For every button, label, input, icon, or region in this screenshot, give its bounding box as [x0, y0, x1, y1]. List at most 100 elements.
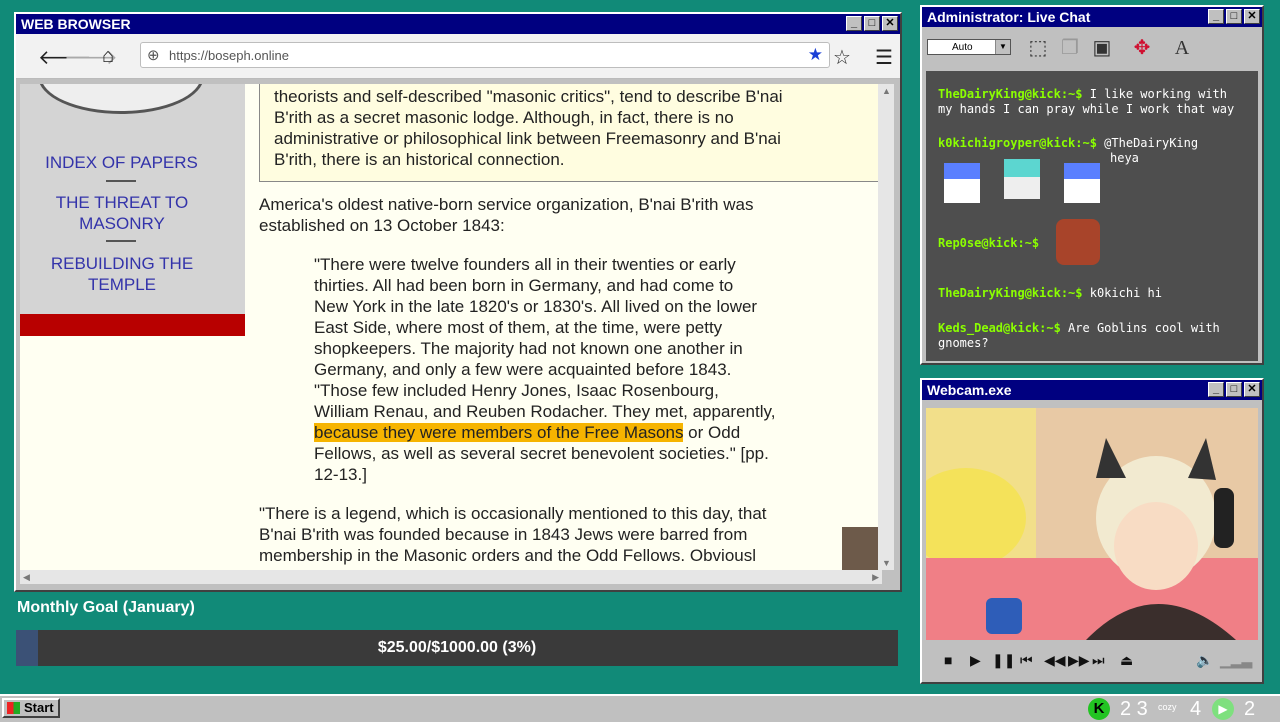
- kick-icon[interactable]: K: [1088, 698, 1110, 720]
- scroll-left-icon[interactable]: ◀: [23, 572, 30, 583]
- skip-forward-icon[interactable]: ⏭: [1092, 652, 1105, 669]
- browser-window: WEB BROWSER _ □ ✕ 🡐 🡒 ⌂ ⊕ https://boseph…: [14, 12, 902, 592]
- address-bar[interactable]: ⊕ https://boseph.online ★: [140, 42, 830, 68]
- minimize-button[interactable]: _: [1208, 9, 1224, 24]
- text-line: thirties. All had been born in Germany, …: [314, 276, 734, 295]
- text-line: Germany, and only a few were acquainted …: [314, 360, 732, 379]
- text-line: B'rith as a secret masonic lodge. Althou…: [274, 108, 734, 127]
- maximize-button[interactable]: □: [864, 16, 880, 31]
- forward-icon[interactable]: 🡒: [64, 45, 118, 70]
- highlighted-text[interactable]: because they were members of the Free Ma…: [314, 423, 684, 442]
- globe-icon: ⊕: [147, 47, 160, 64]
- emote-sprite: [1004, 159, 1040, 199]
- chat-message: Keds_Dead@kick:~$ Are Goblins cool with g…: [938, 321, 1248, 351]
- start-label: Start: [24, 700, 54, 715]
- scroll-right-icon[interactable]: ▶: [872, 572, 879, 583]
- divider: [106, 180, 136, 182]
- bookmarked-star-icon[interactable]: ★: [808, 45, 823, 65]
- play-circle-icon[interactable]: ▶: [1212, 698, 1234, 720]
- thumbnail-image: [842, 527, 882, 570]
- text-line: shopkeepers. The majority had not known …: [314, 339, 743, 358]
- tray-label: cozy: [1158, 702, 1177, 712]
- menu-icon[interactable]: ☰: [872, 45, 896, 70]
- chat-username: Keds_Dead@kick:~$: [938, 321, 1061, 335]
- eject-icon[interactable]: ⏏: [1120, 652, 1133, 669]
- goal-progress-text: $25.00/$1000.00 (3%): [377, 639, 537, 656]
- chat-message: k0kichigroyper@kick:~$ @TheDairyKing heya: [938, 136, 1248, 166]
- emote-sprite: [944, 163, 980, 203]
- chat-log: TheDairyKing@kick:~$ I like working with…: [926, 71, 1258, 361]
- goal-title: Monthly Goal (January): [17, 599, 195, 616]
- chat-text: k0kichi hi: [1082, 286, 1162, 300]
- note-box: theorists and self-described "masonic cr…: [259, 84, 879, 182]
- link-rebuilding-the-temple[interactable]: REBUILDING THE TEMPLE: [32, 253, 212, 295]
- chat-title: Administrator: Live Chat: [927, 9, 1091, 25]
- text-line: William Renau, and Reuben Rodacher. They…: [314, 402, 776, 421]
- selection-icon[interactable]: ⬚: [1024, 35, 1052, 61]
- close-button[interactable]: ✕: [1244, 9, 1260, 24]
- chat-titlebar[interactable]: Administrator: Live Chat _ □ ✕: [922, 7, 1262, 27]
- bookmark-star-icon[interactable]: ☆: [830, 45, 854, 70]
- chat-text: I like working with: [1082, 87, 1227, 101]
- browser-toolbar: 🡐 🡒 ⌂ ⊕ https://boseph.online ★ ☆ ☰: [16, 34, 900, 79]
- webcam-video: [926, 408, 1258, 640]
- text-line: America's oldest native-born service org…: [259, 195, 754, 214]
- maximize-button[interactable]: □: [1226, 9, 1242, 24]
- link-index-of-papers[interactable]: INDEX OF PAPERS: [20, 152, 223, 173]
- goal-progress-bar: $25.00/$1000.00 (3%): [16, 630, 898, 666]
- text-span: or Odd: [683, 423, 741, 442]
- browser-titlebar[interactable]: WEB BROWSER _ □ ✕: [16, 14, 900, 34]
- webcam-title: Webcam.exe: [927, 382, 1012, 398]
- browser-title: WEB BROWSER: [21, 16, 131, 32]
- chat-message: TheDairyKing@kick:~$ I like working with…: [938, 87, 1248, 117]
- horizontal-scrollbar[interactable]: ◀ ▶: [20, 570, 882, 584]
- scroll-up-icon[interactable]: ▲: [882, 86, 891, 96]
- chat-text: @TheDairyKing: [1096, 136, 1199, 150]
- paragraph: America's oldest native-born service org…: [259, 194, 869, 236]
- chat-username: TheDairyKing@kick:~$: [938, 286, 1083, 300]
- text-line: established on 13 October 1843:: [259, 216, 505, 235]
- windows-logo-icon: [7, 702, 20, 714]
- maximize-button[interactable]: □: [1226, 382, 1242, 397]
- divider: [106, 240, 136, 242]
- text-line: B'nai B'rith was founded because in 1843…: [259, 525, 748, 544]
- fast-forward-icon[interactable]: ▶▶: [1068, 652, 1090, 669]
- text-line: New York in the late 1820's or 1830's. A…: [314, 297, 758, 316]
- minimize-button[interactable]: _: [1208, 382, 1224, 397]
- volume-slider[interactable]: ▁▂▃: [1220, 652, 1252, 669]
- tray-count: 2: [1244, 698, 1256, 720]
- back-icon[interactable]: 🡐: [38, 45, 92, 70]
- chat-text: Are Goblins cool with: [1060, 321, 1220, 335]
- chat-window: Administrator: Live Chat _ □ ✕ Auto ▼ ⬚ ❐…: [920, 5, 1264, 365]
- pause-icon[interactable]: ❚❚: [992, 652, 1015, 669]
- webcam-window: Webcam.exe _ □ ✕ ■ ▶ ❚❚ ⏮ ◀◀ ▶▶ ⏭ ⏏ �: [920, 378, 1264, 684]
- text-line: "There is a legend, which is occasionall…: [259, 504, 767, 523]
- close-button[interactable]: ✕: [882, 16, 898, 31]
- start-button[interactable]: Start: [2, 698, 60, 718]
- url-text: https://boseph.online: [169, 48, 289, 63]
- copy-icon[interactable]: ❐: [1056, 35, 1084, 61]
- move-icon[interactable]: ✥: [1128, 35, 1156, 61]
- stop-icon[interactable]: ■: [944, 652, 952, 668]
- select-value: Auto: [952, 42, 973, 53]
- close-button[interactable]: ✕: [1244, 382, 1260, 397]
- auto-select[interactable]: Auto ▼: [927, 39, 1011, 55]
- vertical-scrollbar[interactable]: ▲ ▼: [878, 84, 894, 570]
- chat-username: TheDairyKing@kick:~$: [938, 87, 1083, 101]
- minimize-button[interactable]: _: [846, 16, 862, 31]
- avatar-illustration: [926, 408, 1258, 640]
- skip-back-icon[interactable]: ⏮: [1020, 652, 1033, 669]
- text-line: "Those few included Henry Jones, Isaac R…: [314, 381, 719, 400]
- chat-username: Rep0se@kick:~$: [938, 236, 1040, 250]
- chevron-down-icon: ▼: [995, 40, 1010, 54]
- paste-icon[interactable]: ▣: [1088, 35, 1116, 61]
- webcam-titlebar[interactable]: Webcam.exe _ □ ✕: [922, 380, 1262, 400]
- home-icon[interactable]: ⌂: [96, 45, 120, 68]
- scroll-down-icon[interactable]: ▼: [882, 558, 891, 568]
- play-icon[interactable]: ▶: [970, 652, 981, 669]
- chat-message: TheDairyKing@kick:~$ k0kichi hi: [938, 286, 1248, 301]
- link-threat-to-masonry[interactable]: THE THREAT TO MASONRY: [42, 192, 202, 234]
- font-icon[interactable]: A: [1168, 35, 1196, 61]
- rewind-icon[interactable]: ◀◀: [1044, 652, 1066, 669]
- volume-icon[interactable]: 🔈: [1196, 652, 1213, 669]
